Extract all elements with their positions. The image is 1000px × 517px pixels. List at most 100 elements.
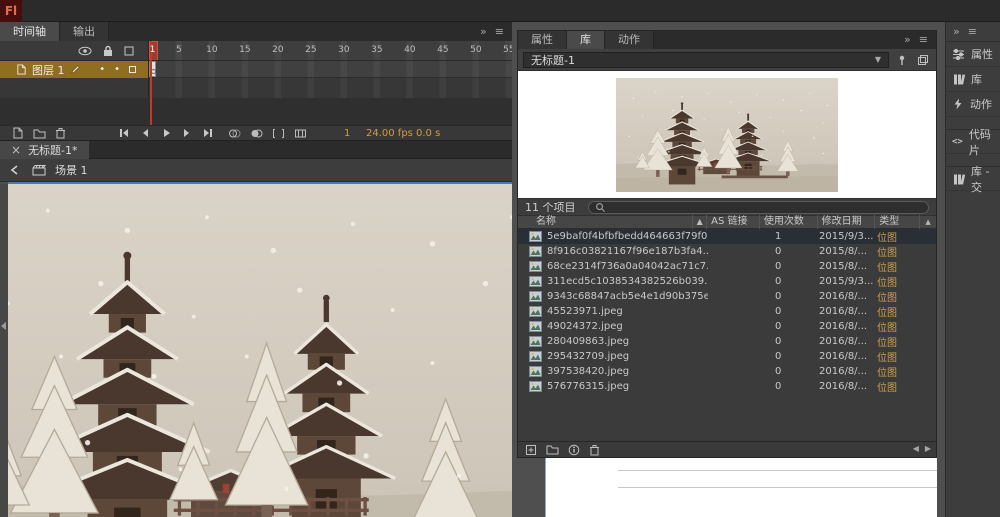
stage-paper-area[interactable] (545, 458, 937, 517)
bitmap-icon (529, 321, 542, 332)
panel-collapse-icon[interactable]: » (480, 22, 487, 41)
tab-properties[interactable]: 属性 (518, 31, 567, 49)
modify-markers-button[interactable] (294, 128, 307, 139)
frame-number: 10 (206, 45, 218, 55)
layer-name[interactable]: 图层 1 (32, 62, 65, 78)
library-item-use-count: 0 (775, 306, 782, 317)
new-library-panel-button[interactable] (915, 52, 931, 68)
layer-row[interactable]: 图层 1 • • (0, 61, 148, 78)
play-button[interactable] (160, 127, 172, 139)
search-input[interactable] (609, 201, 922, 213)
dock-item-properties[interactable]: 属性 (946, 42, 1000, 67)
frame-ruler[interactable]: 1510152025303540455055 (148, 41, 512, 61)
library-item-row[interactable]: 9343c68847acb5e4e1d90b375e... 0 2016/8/...… (518, 289, 936, 304)
document-title: 无标题-1* (28, 144, 78, 157)
new-symbol-button[interactable] (525, 444, 537, 456)
document-tab[interactable]: × 无标题-1* (0, 141, 89, 159)
scene-clapper-icon (32, 164, 46, 176)
scroll-left-arrow[interactable]: ◀ (913, 444, 919, 453)
delete-item-button[interactable] (589, 444, 600, 456)
panel-collapse-icon[interactable]: » (904, 30, 911, 49)
collapsed-panel-strip[interactable] (0, 184, 8, 517)
library-item-type: 位图 (877, 293, 897, 304)
library-item-row[interactable]: 49024372.jpeg 0 2016/8/... 位图 (518, 319, 936, 334)
tab-output[interactable]: 输出 (60, 22, 109, 41)
library-item-row[interactable]: 280409863.jpeg 0 2016/8/... 位图 (518, 334, 936, 349)
item-properties-button[interactable] (568, 444, 580, 456)
panel-menu-icon[interactable]: ≡ (495, 22, 504, 41)
layer-state-dots[interactable]: • • (99, 64, 148, 75)
step-back-button[interactable] (139, 127, 151, 139)
sort-indicator-icon: ▲ (693, 215, 708, 229)
library-document-dropdown[interactable]: 无标题-1 ▼ (523, 51, 889, 68)
library-item-row[interactable]: 311ecd5c1038534382526b039... 0 2015/9/3...… (518, 274, 936, 289)
current-frame-indicator[interactable]: 1 (344, 128, 350, 139)
panel-menu-icon[interactable]: ≡ (919, 30, 928, 49)
go-to-first-frame-button[interactable] (118, 127, 130, 139)
outline-view-icon[interactable] (124, 46, 134, 56)
frame-number: 45 (437, 45, 449, 55)
dock-item-actions[interactable]: 动作 (946, 92, 1000, 117)
library-item-row[interactable]: 8f916c03821167f96e187b3fa4... 0 2015/8/...… (518, 244, 936, 259)
dock-menu-icon[interactable]: ≡ (968, 25, 977, 38)
layer-frames-track[interactable] (148, 61, 512, 78)
onion-skin-button[interactable] (228, 128, 241, 139)
library-search-box[interactable] (587, 200, 929, 214)
dock-collapse-icon[interactable]: » (953, 25, 960, 38)
library-item-row[interactable]: 45523971.jpeg 0 2016/8/... 位图 (518, 304, 936, 319)
dock-item-library[interactable]: 库 (946, 67, 1000, 92)
column-header-type[interactable]: 类型 (875, 215, 921, 229)
lock-all-layers-icon[interactable] (103, 45, 113, 57)
library-item-row[interactable]: 397538420.jpeg 0 2016/8/... 位图 (518, 364, 936, 379)
layer-column-header (0, 41, 148, 61)
dock-item-library-2[interactable]: 库 - 交 (946, 165, 1000, 194)
column-header-name[interactable]: 名称 (518, 215, 694, 229)
delete-layer-button[interactable] (55, 127, 66, 139)
new-folder-button[interactable] (546, 444, 559, 455)
divider-line (618, 487, 937, 488)
library-panel: 属性 库 动作 » ≡ 无标题-1 ▼ 11 个项目 名称 ▲ AS 链接 使用… (517, 30, 937, 458)
layer-icon (16, 64, 27, 75)
back-arrow-icon[interactable] (9, 164, 23, 176)
bitmap-icon (529, 276, 542, 287)
tab-library[interactable]: 库 (567, 31, 605, 49)
library-item-preview (518, 71, 936, 199)
edit-multiple-frames-button[interactable] (272, 128, 285, 139)
tab-actions[interactable]: 动作 (605, 31, 654, 49)
library-item-type: 位图 (877, 233, 897, 244)
library-item-type: 位图 (877, 323, 897, 334)
scroll-right-arrow[interactable]: ▶ (925, 444, 931, 453)
library-item-row[interactable]: 5e9baf0f4bfbfbedd464663f79f0... 1 2015/9/3… (518, 229, 936, 244)
column-header-use-count[interactable]: 使用次数 (760, 215, 818, 229)
dock-item-label: 动作 (970, 98, 992, 111)
collapse-arrow-icon[interactable] (1, 322, 6, 330)
stage-canvas[interactable] (8, 184, 512, 517)
go-to-last-frame-button[interactable] (202, 127, 214, 139)
column-header-linkage[interactable]: AS 链接 (707, 215, 760, 229)
close-document-icon[interactable]: × (11, 143, 21, 157)
sort-order-toggle[interactable]: ▲ (920, 215, 936, 229)
pin-library-button[interactable] (894, 52, 910, 68)
library-item-name: 5e9baf0f4bfbfbedd464663f79f0... (547, 231, 708, 242)
tab-timeline[interactable]: 时间轴 (0, 22, 60, 41)
library-item-row[interactable]: 68ce2314f736a0a04042ac71c7... 0 2015/8/...… (518, 259, 936, 274)
scene-name[interactable]: 场景 1 (55, 162, 88, 178)
bitmap-icon (529, 261, 542, 272)
onion-skin-outlines-button[interactable] (250, 128, 263, 139)
library-item-use-count: 0 (775, 351, 782, 362)
column-header-modified[interactable]: 修改日期 (818, 215, 876, 229)
bitmap-icon (529, 246, 542, 257)
library-item-name: 397538420.jpeg (547, 366, 630, 377)
library-item-row[interactable]: 295432709.jpeg 0 2016/8/... 位图 (518, 349, 936, 364)
library-item-row[interactable]: 576776315.jpeg 0 2016/8/... 位图 (518, 379, 936, 394)
step-forward-button[interactable] (181, 127, 193, 139)
dock-item-code-snippets[interactable]: <> 代码片 (946, 128, 1000, 157)
frame-rate-indicator[interactable]: 24.00 fps (366, 128, 413, 139)
new-layer-button[interactable] (12, 127, 24, 139)
show-hide-all-layers-icon[interactable] (78, 46, 92, 56)
frame-number: 15 (239, 45, 251, 55)
layer-outline-swatch[interactable] (129, 66, 136, 73)
library-item-use-count: 0 (775, 246, 782, 257)
new-folder-button[interactable] (33, 128, 46, 139)
library-item-type: 位图 (877, 338, 897, 349)
